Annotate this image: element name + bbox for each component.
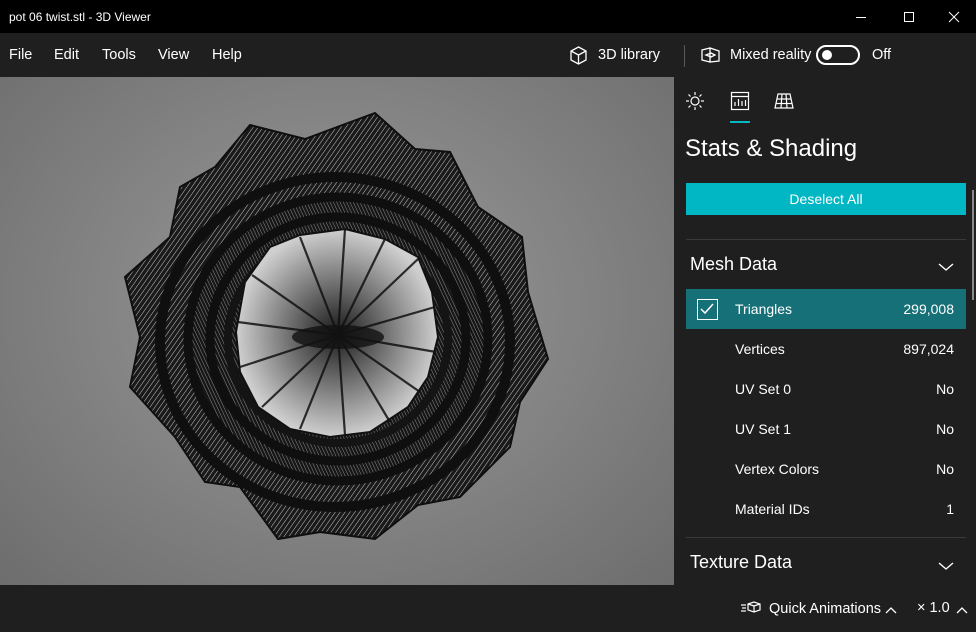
3d-library-label: 3D library	[598, 47, 661, 63]
row-label: UV Set 0	[735, 381, 792, 397]
row-value: 1	[946, 501, 954, 517]
mesh-row-material-ids[interactable]: Material IDs 1	[686, 489, 966, 529]
row-value: No	[936, 461, 954, 477]
texture-data-header[interactable]: Texture Data	[690, 552, 792, 573]
mixed-reality-button[interactable]: Mixed reality	[700, 33, 811, 77]
3d-library-button[interactable]: 3D library	[568, 33, 660, 77]
row-label: UV Set 1	[735, 421, 792, 437]
speed-chevron[interactable]	[956, 603, 968, 621]
window-title: pot 06 twist.stl - 3D Viewer	[9, 9, 151, 24]
close-button[interactable]	[931, 0, 976, 33]
mesh-row-triangles[interactable]: Triangles 299,008	[686, 289, 966, 329]
menu-divider	[684, 45, 685, 67]
tab-lighting[interactable]	[683, 89, 707, 113]
animation-icon	[741, 600, 761, 613]
mesh-row-vertex-colors[interactable]: Vertex Colors No	[686, 449, 966, 489]
tab-stats[interactable]	[728, 89, 752, 113]
tab-grid[interactable]	[772, 89, 796, 113]
menu-view[interactable]: View	[158, 33, 189, 77]
row-value: No	[936, 381, 954, 397]
row-label: Triangles	[735, 301, 793, 317]
texture-data-chevron[interactable]	[938, 558, 954, 576]
lighting-icon	[686, 92, 704, 110]
quick-animations-button[interactable]: Quick Animations	[740, 585, 881, 632]
toggle-knob	[822, 50, 832, 60]
chevron-down-icon	[938, 263, 954, 271]
mesh-row-uv-set-1[interactable]: UV Set 1 No	[686, 409, 966, 449]
panel-title: Stats & Shading	[685, 135, 858, 162]
3d-viewport[interactable]	[0, 77, 674, 585]
pot-model	[123, 111, 550, 541]
mixed-reality-icon	[701, 46, 720, 63]
checkmark-icon	[700, 303, 714, 315]
close-icon	[948, 11, 960, 22]
chevron-down-icon	[938, 562, 954, 570]
mixed-reality-toggle[interactable]	[816, 45, 860, 65]
maximize-icon	[904, 11, 914, 22]
row-value: No	[936, 421, 954, 437]
panel-scrollbar[interactable]	[972, 190, 974, 300]
stats-icon	[730, 91, 750, 111]
grid-icon	[774, 93, 794, 109]
mesh-row-uv-set-0[interactable]: UV Set 0 No	[686, 369, 966, 409]
quick-animations-label: Quick Animations	[769, 600, 882, 617]
stats-panel: Stats & Shading Deselect All Mesh Data T…	[674, 77, 976, 585]
menu-help[interactable]: Help	[212, 33, 242, 77]
row-value: 897,024	[903, 341, 954, 357]
active-tab-indicator	[730, 121, 750, 123]
title-bar: pot 06 twist.stl - 3D Viewer	[0, 0, 976, 33]
animations-chevron[interactable]	[885, 603, 897, 621]
minimize-button[interactable]	[838, 0, 884, 33]
minimize-icon	[856, 16, 866, 18]
row-value: 299,008	[903, 301, 954, 317]
triangles-checkbox[interactable]	[697, 299, 718, 320]
mesh-data-header[interactable]: Mesh Data	[690, 254, 777, 275]
mesh-row-vertices[interactable]: Vertices 897,024	[686, 329, 966, 369]
maximize-button[interactable]	[886, 0, 932, 33]
chevron-up-icon	[956, 607, 968, 614]
mixed-reality-label: Mixed reality	[730, 47, 812, 63]
animation-speed[interactable]: × 1.0	[917, 585, 950, 632]
menu-edit[interactable]: Edit	[54, 33, 79, 77]
menu-file[interactable]: File	[9, 33, 32, 77]
row-label: Vertices	[735, 341, 785, 357]
row-label: Vertex Colors	[735, 461, 820, 477]
section-divider	[686, 537, 966, 538]
row-label: Material IDs	[735, 501, 810, 517]
mesh-data-chevron[interactable]	[938, 259, 954, 277]
chevron-up-icon	[885, 607, 897, 614]
mixed-reality-state: Off	[872, 47, 892, 63]
cube-icon	[570, 45, 587, 65]
deselect-all-button[interactable]: Deselect All	[686, 183, 966, 215]
section-divider	[686, 239, 966, 240]
menu-tools[interactable]: Tools	[102, 33, 136, 77]
